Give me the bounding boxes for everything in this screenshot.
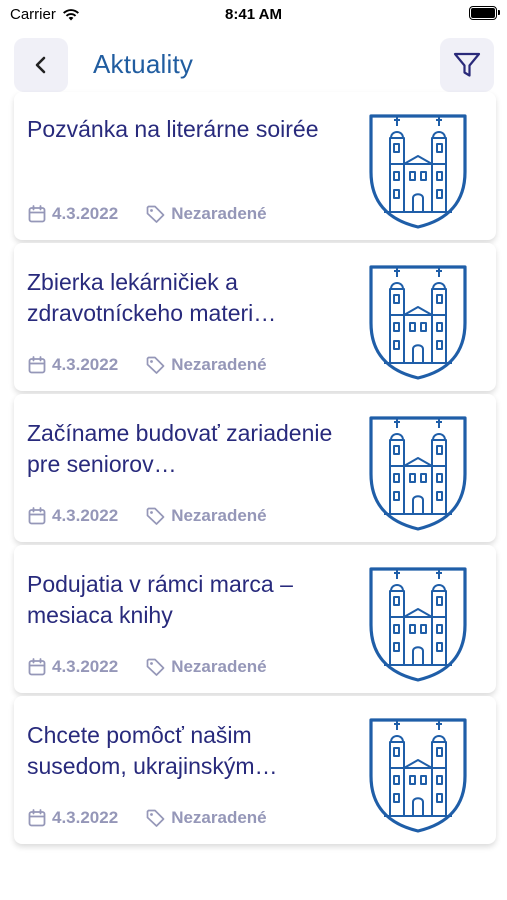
date-meta: 4.3.2022 [28, 808, 118, 828]
calendar-icon [28, 205, 46, 223]
tag-icon [146, 809, 165, 827]
category-meta: Nezaradené [146, 808, 267, 828]
church-crest-icon [369, 265, 467, 380]
news-title: Pozvánka na literárne soirée [27, 116, 319, 142]
news-date: 4.3.2022 [52, 204, 119, 223]
calendar-icon [28, 356, 46, 374]
calendar-icon [28, 507, 46, 525]
news-date: 4.3.2022 [52, 657, 119, 676]
back-button[interactable] [14, 38, 68, 92]
news-title: Začíname budovať zariadenie pre seniorov… [27, 420, 333, 477]
filter-icon [453, 52, 481, 77]
date-meta: 4.3.2022 [28, 204, 118, 224]
status-time: 8:41 AM [225, 6, 282, 23]
page-title: Aktuality [93, 49, 194, 79]
news-meta: 4.3.2022 Nezaradené [28, 204, 267, 224]
church-crest-icon [369, 114, 467, 229]
news-meta: 4.3.2022 Nezaradené [28, 808, 267, 828]
calendar-icon [28, 658, 46, 676]
news-card[interactable]: Zbierka lekárničiek a zdravotníckeho mat… [14, 243, 496, 391]
news-card[interactable]: Podujatia v rámci marca – mesiaca knihy … [14, 545, 496, 693]
news-title: Zbierka lekárničiek a zdravotníckeho mat… [27, 269, 277, 326]
news-card[interactable]: Začíname budovať zariadenie pre seniorov… [14, 394, 496, 542]
news-list: Pozvánka na literárne soirée 4.3.2022 Ne… [14, 92, 496, 847]
battery-icon [469, 6, 500, 20]
calendar-icon [28, 809, 46, 827]
church-crest-icon [369, 567, 467, 682]
date-meta: 4.3.2022 [28, 506, 118, 526]
tag-icon [146, 356, 165, 374]
news-category: Nezaradené [171, 506, 267, 525]
news-date: 4.3.2022 [52, 355, 119, 374]
category-meta: Nezaradené [146, 657, 267, 677]
news-category: Nezaradené [171, 355, 267, 374]
category-meta: Nezaradené [146, 506, 267, 526]
news-date: 4.3.2022 [52, 506, 119, 525]
news-meta: 4.3.2022 Nezaradené [28, 355, 267, 375]
news-category: Nezaradené [171, 657, 267, 676]
news-card[interactable]: Chcete pomôcť našim susedom, ukrajinským… [14, 696, 496, 844]
news-category: Nezaradené [171, 808, 267, 827]
chevron-left-icon [35, 56, 46, 74]
filter-button[interactable] [440, 38, 494, 92]
news-meta: 4.3.2022 Nezaradené [28, 657, 267, 677]
news-title: Chcete pomôcť našim susedom, ukrajinským… [27, 722, 278, 779]
tag-icon [146, 507, 165, 525]
church-crest-icon [369, 416, 467, 531]
news-card[interactable]: Pozvánka na literárne soirée 4.3.2022 Ne… [14, 92, 496, 240]
date-meta: 4.3.2022 [28, 657, 118, 677]
status-bar: Carrier 8:41 AM [0, 0, 507, 30]
news-category: Nezaradené [171, 204, 267, 223]
church-crest-icon [369, 718, 467, 833]
news-date: 4.3.2022 [52, 808, 119, 827]
category-meta: Nezaradené [146, 204, 267, 224]
tag-icon [146, 205, 165, 223]
tag-icon [146, 658, 165, 676]
news-title: Podujatia v rámci marca – mesiaca knihy [27, 571, 293, 628]
date-meta: 4.3.2022 [28, 355, 118, 375]
news-meta: 4.3.2022 Nezaradené [28, 506, 267, 526]
category-meta: Nezaradené [146, 355, 267, 375]
